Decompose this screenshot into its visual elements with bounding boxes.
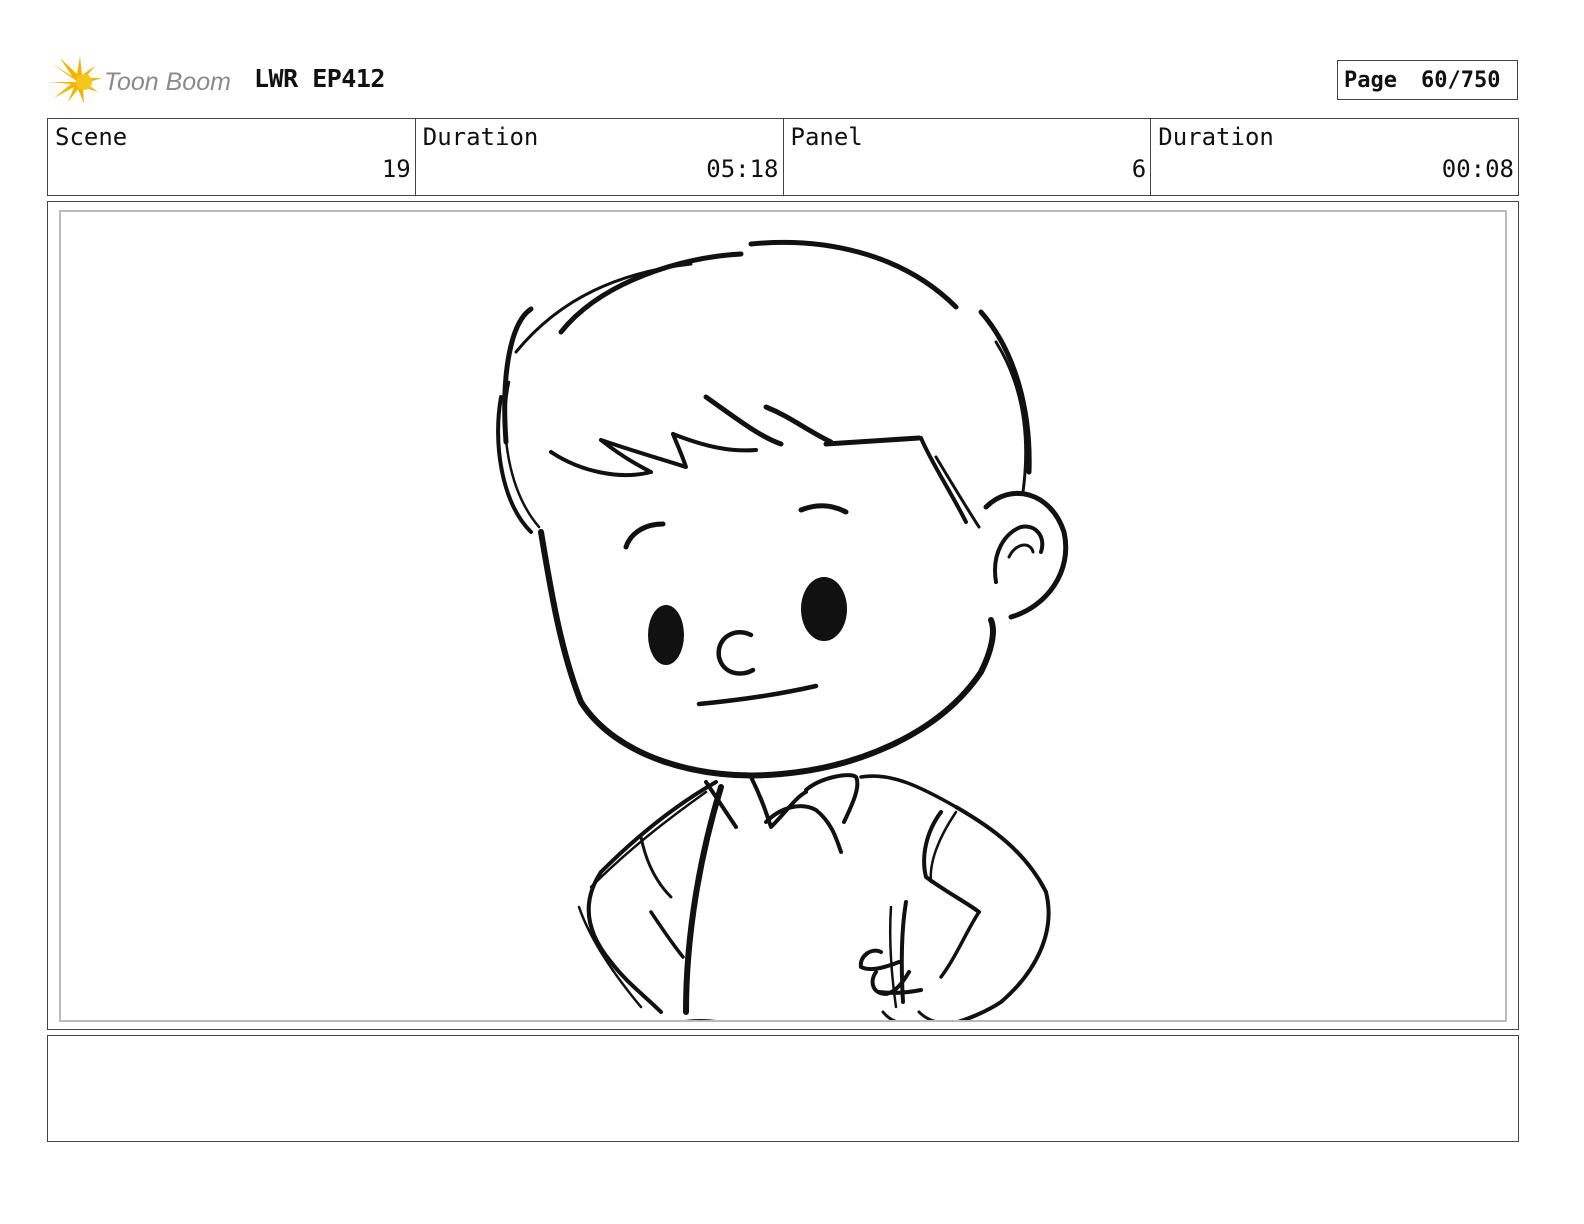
panel-label: Panel [790,123,863,151]
scene-value: 19 [381,155,411,183]
boy-sketch-drawing [496,239,1069,1020]
panel-image-area [59,210,1507,1022]
project-title: LWR EP412 [254,64,385,93]
page-indicator: Page 60/750 [1337,60,1518,100]
storyboard-panel [47,201,1519,1030]
scene-label: Scene [55,123,128,151]
logo-star-icon [50,56,102,104]
scene-duration-cell: Duration 05:18 [416,119,784,195]
scene-cell: Scene 19 [48,119,416,195]
logo-text: Toon Boom [104,68,231,96]
panel-duration-value: 00:08 [1441,155,1514,183]
panel-cell: Panel 6 [784,119,1152,195]
scene-duration-label: Duration [422,123,539,151]
panel-duration-label: Duration [1158,123,1274,151]
action-notes-box[interactable] [47,1035,1519,1142]
panel-info-row: Scene 19 Duration 05:18 Panel 6 Duration… [47,118,1519,196]
page-label: Page [1344,67,1397,93]
toon-boom-logo: Toon Boom [50,56,240,108]
panel-duration-cell: Duration 00:08 [1151,119,1518,195]
panel-value: 6 [1131,155,1147,183]
scene-duration-value: 05:18 [706,155,779,183]
page-number: 60/750 [1420,67,1501,93]
